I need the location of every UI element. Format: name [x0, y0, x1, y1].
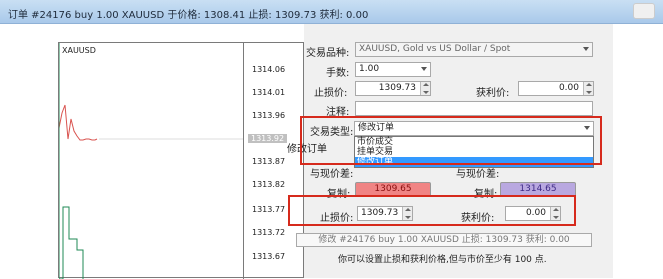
price-tick: 1313.72	[252, 228, 286, 237]
chevron-down-icon	[583, 47, 589, 51]
deviation-right-label: 与现价差:	[456, 169, 500, 180]
tp-label: 获利价:	[476, 88, 510, 99]
hint-text: 你可以设置止损和获利价格,但与市价至少有 100 点.	[338, 255, 547, 265]
chevron-down-icon	[421, 67, 427, 71]
bid-line	[59, 104, 98, 141]
symbol-label: 交易品种:	[306, 48, 350, 59]
highlight-box-modify	[288, 195, 576, 226]
sl-label: 止损价:	[314, 88, 348, 99]
ask-line	[59, 43, 84, 279]
copy-sell-value: 1309.65	[374, 184, 412, 194]
price-tick: 1313.77	[252, 205, 286, 214]
price-tick: 1313.67	[252, 252, 286, 261]
chart-plot	[59, 43, 243, 279]
highlight-box-type	[300, 116, 602, 165]
price-tick: 1313.87	[252, 157, 286, 166]
modify-info-button[interactable]: 修改 #24176 buy 1.00 XAUUSD 止损: 1309.73 获利…	[296, 233, 592, 247]
comment-input[interactable]	[355, 101, 593, 116]
spinner-icon[interactable]	[420, 82, 430, 95]
dialog-title: 订单 #24176 buy 1.00 XAUUSD 于价格: 1308.41 止…	[8, 10, 369, 21]
sl-input[interactable]: 1309.73	[355, 81, 431, 96]
modify-info-text: 修改 #24176 buy 1.00 XAUUSD 止损: 1309.73 获利…	[318, 235, 570, 245]
price-tick: 1313.96	[252, 111, 286, 120]
spinner-icon[interactable]	[583, 82, 593, 95]
current-price-tick: 1313.92	[248, 134, 288, 143]
volume-value: 1.00	[359, 64, 380, 74]
price-tick: 1314.06	[252, 65, 286, 74]
volume-label: 手数:	[326, 68, 350, 79]
tp-input[interactable]: 0.00	[518, 81, 594, 96]
price-tick: 1313.82	[252, 180, 286, 189]
tp-value: 0.00	[558, 83, 579, 93]
volume-select[interactable]: 1.00	[355, 62, 431, 77]
symbol-value: XAUUSD, Gold vs US Dollar / Spot	[359, 44, 511, 54]
symbol-select[interactable]: XAUUSD, Gold vs US Dollar / Spot	[355, 42, 593, 57]
price-chart: XAUUSD 1314.06 1314.01 1313.96 1313.92 1…	[58, 42, 304, 279]
copy-buy-value: 1314.65	[519, 184, 557, 194]
dialog-titlebar: 订单 #24176 buy 1.00 XAUUSD 于价格: 1308.41 止…	[0, 0, 663, 24]
sl-value: 1309.73	[378, 83, 416, 93]
close-icon[interactable]	[633, 3, 655, 19]
price-tick: 1314.01	[252, 88, 286, 97]
deviation-left-label: 与现价差:	[310, 169, 354, 180]
